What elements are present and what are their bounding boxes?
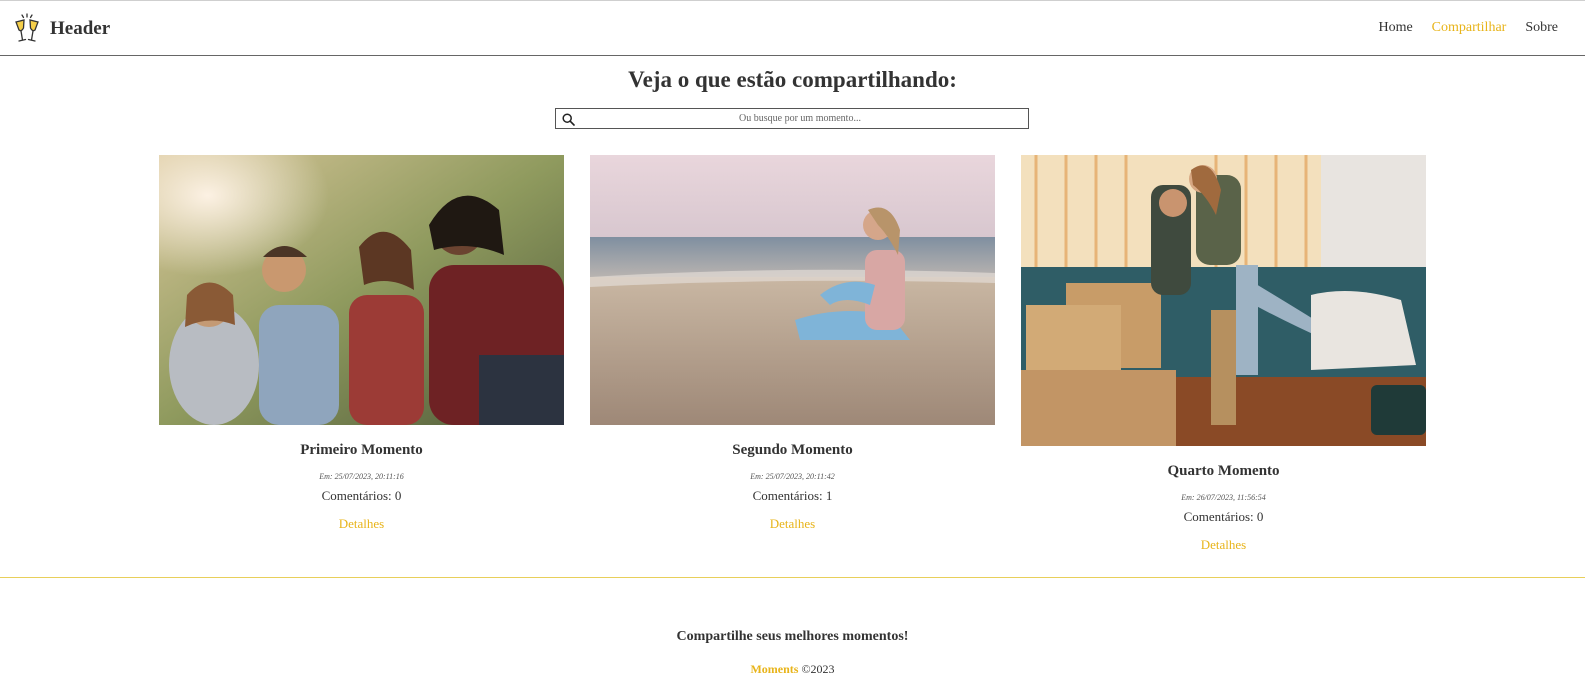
site-footer: Compartilhe seus melhores momentos! Mome… — [0, 577, 1585, 693]
couple-hugging-moving-boxes-photo — [1021, 155, 1426, 446]
main-nav: Home Compartilhar Sobre — [1359, 20, 1558, 36]
card-title: Segundo Momento — [732, 442, 853, 458]
moment-card: Segundo Momento Em: 25/07/2023, 20:11:42… — [590, 155, 995, 533]
footer-copyright: Moments ©2023 — [0, 662, 1585, 677]
friends-laughing-outdoors-photo — [159, 155, 564, 425]
moment-card: Quarto Momento Em: 26/07/2023, 11:56:54 … — [1021, 155, 1426, 554]
footer-brand: Moments — [750, 662, 799, 676]
page-title: Veja o que estão compartilhando: — [628, 67, 957, 92]
card-date: Em: 25/07/2023, 20:11:42 — [750, 472, 835, 481]
nav-compartilhar[interactable]: Compartilhar — [1432, 20, 1507, 36]
woman-sitting-on-beach-photo — [590, 155, 995, 425]
search-box — [555, 108, 1029, 129]
site-header: Header Home Compartilhar Sobre — [0, 1, 1585, 56]
details-link[interactable]: Detalhes — [1201, 537, 1246, 553]
nav-home[interactable]: Home — [1378, 20, 1412, 36]
card-title: Quarto Momento — [1167, 463, 1280, 479]
details-link[interactable]: Detalhes — [339, 516, 384, 532]
card-date: Em: 25/07/2023, 20:11:16 — [319, 472, 404, 481]
brand[interactable]: Header — [12, 13, 110, 45]
card-title: Primeiro Momento — [300, 442, 423, 458]
card-comments: Comentários: 0 — [1183, 509, 1264, 524]
footer-tagline: Compartilhe seus melhores momentos! — [676, 629, 909, 644]
card-comments: Comentários: 1 — [752, 488, 833, 503]
search-input[interactable] — [580, 109, 1020, 128]
moment-card: Primeiro Momento Em: 25/07/2023, 20:11:1… — [159, 155, 564, 533]
brand-title: Header — [50, 18, 111, 39]
copyright-text: ©2023 — [801, 662, 835, 676]
champagne-toast-icon — [12, 13, 42, 45]
details-link[interactable]: Detalhes — [770, 516, 815, 532]
card-date: Em: 26/07/2023, 11:56:54 — [1181, 493, 1266, 502]
card-comments: Comentários: 0 — [321, 488, 402, 503]
nav-sobre[interactable]: Sobre — [1525, 20, 1558, 36]
